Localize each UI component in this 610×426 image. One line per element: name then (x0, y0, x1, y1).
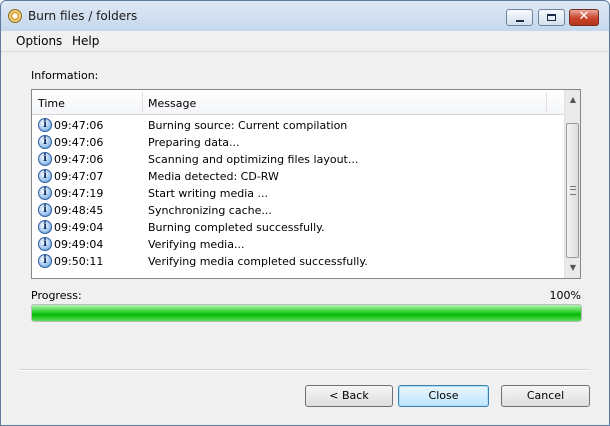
back-button[interactable]: < Back (305, 385, 393, 407)
log-time: 09:47:06 (54, 136, 104, 149)
list-item[interactable]: i 09:49:04 Verifying media... (32, 236, 566, 253)
scroll-up-icon[interactable]: ▲ (565, 92, 580, 108)
column-header-time[interactable]: Time (38, 97, 65, 110)
close-window-button[interactable]: ✕ (569, 9, 599, 26)
list-item[interactable]: i 09:49:04 Burning completed successfull… (32, 219, 566, 236)
list-item[interactable]: i 09:47:06 Burning source: Current compi… (32, 117, 566, 134)
scroll-down-icon[interactable]: ▼ (565, 260, 580, 276)
cd-disc-icon[interactable] (8, 9, 22, 23)
log-time: 09:49:04 (54, 238, 104, 251)
list-header: Time Message (32, 90, 566, 115)
info-icon: i (38, 186, 52, 200)
info-icon: i (38, 118, 52, 132)
log-message: Burning source: Current compilation (148, 119, 348, 132)
progress-fill (32, 305, 581, 321)
column-divider[interactable] (546, 92, 547, 112)
log-time: 09:48:45 (54, 204, 104, 217)
info-icon: i (38, 254, 52, 268)
info-icon: i (38, 135, 52, 149)
log-time: 09:47:07 (54, 170, 104, 183)
log-message: Start writing media ... (148, 187, 269, 200)
log-message: Preparing data... (148, 136, 240, 149)
info-icon: i (38, 152, 52, 166)
vertical-scrollbar[interactable]: ▲ ▼ (564, 90, 580, 278)
minimize-icon (516, 20, 524, 22)
minimize-button[interactable] (506, 9, 533, 26)
cancel-button[interactable]: Cancel (501, 385, 590, 407)
list-item[interactable]: i 09:50:11 Verifying media completed suc… (32, 253, 566, 270)
info-icon: i (38, 203, 52, 217)
menu-help[interactable]: Help (72, 34, 99, 48)
log-message: Verifying media... (148, 238, 245, 251)
column-header-message[interactable]: Message (148, 97, 196, 110)
log-list[interactable]: Time Message i 09:47:06 Burning source: … (31, 89, 581, 279)
info-icon: i (38, 169, 52, 183)
close-button[interactable]: Close (398, 385, 489, 407)
log-time: 09:50:11 (54, 255, 104, 268)
log-time: 09:47:06 (54, 119, 104, 132)
list-item[interactable]: i 09:47:06 Scanning and optimizing files… (32, 151, 566, 168)
title-bar[interactable]: Burn files / folders ✕ (1, 1, 609, 32)
grip-icon (570, 186, 576, 195)
log-time: 09:47:19 (54, 187, 104, 200)
window-title: Burn files / folders (28, 9, 138, 23)
divider (20, 369, 590, 371)
info-icon: i (38, 220, 52, 234)
list-item[interactable]: i 09:47:07 Media detected: CD-RW (32, 168, 566, 185)
log-message: Verifying media completed successfully. (148, 255, 368, 268)
progress-bar (31, 304, 582, 322)
log-message: Burning completed successfully. (148, 221, 325, 234)
log-time: 09:47:06 (54, 153, 104, 166)
list-item[interactable]: i 09:47:19 Start writing media ... (32, 185, 566, 202)
information-label: Information: (31, 69, 99, 82)
info-icon: i (38, 237, 52, 251)
progress-label: Progress: (31, 289, 82, 302)
log-message: Media detected: CD-RW (148, 170, 279, 183)
close-icon: ✕ (578, 9, 590, 24)
list-item[interactable]: i 09:48:45 Synchronizing cache... (32, 202, 566, 219)
scrollbar-thumb[interactable] (566, 123, 579, 258)
menu-bar: Options Help (1, 31, 609, 52)
log-message: Scanning and optimizing files layout... (148, 153, 359, 166)
column-divider[interactable] (142, 92, 143, 112)
burn-window: Burn files / folders ✕ Options Help Info… (0, 0, 610, 426)
log-time: 09:49:04 (54, 221, 104, 234)
maximize-icon (547, 14, 556, 21)
menu-options[interactable]: Options (16, 34, 62, 48)
log-message: Synchronizing cache... (148, 204, 272, 217)
progress-percent: 100% (549, 289, 581, 302)
list-item[interactable]: i 09:47:06 Preparing data... (32, 134, 566, 151)
maximize-button[interactable] (538, 9, 565, 26)
